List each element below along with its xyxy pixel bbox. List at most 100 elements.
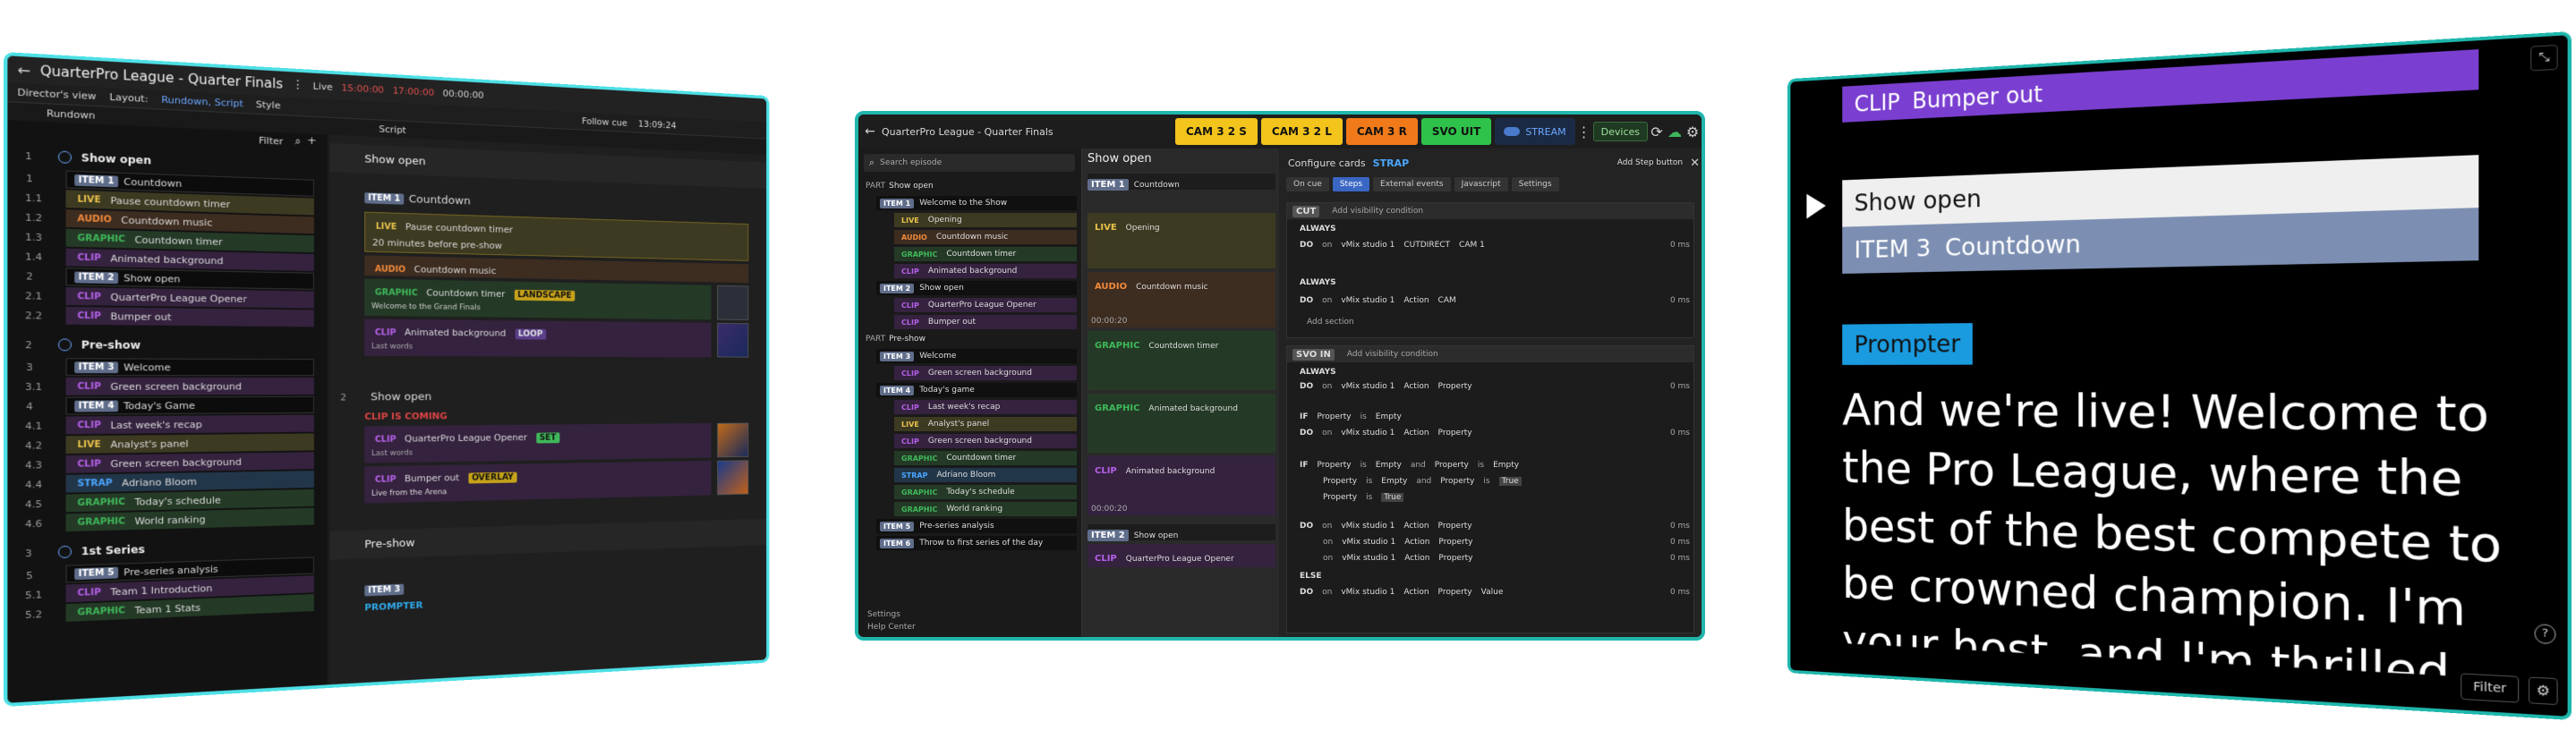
action-select[interactable]: Action [1403,382,1429,391]
property-select[interactable]: Property [1318,412,1352,421]
rundown-row[interactable]: 4.1 CLIP Last week's recap [25,414,314,435]
delay-value[interactable]: 0 ms [1670,241,1690,250]
cloud-icon[interactable]: ☁ [1666,123,1684,140]
empty-select[interactable]: Empty [1376,461,1402,470]
close-icon[interactable]: ✕ [1690,157,1700,170]
cam-select[interactable]: CAM 1 [1459,241,1485,250]
help-icon[interactable]: ? [2534,624,2556,645]
back-arrow-icon[interactable]: ← [858,124,882,139]
rundown-row[interactable]: 2 ITEM 2 Show open [26,268,314,290]
rundown-row[interactable]: 4.3 CLIP Green screen background [25,452,314,473]
rundown-filter[interactable]: Filter [259,135,283,148]
help-link[interactable]: Help Center [867,623,916,632]
gear-icon[interactable]: ⚙ [2529,676,2558,706]
refresh-icon[interactable]: ⟳ [1648,123,1666,140]
property-select[interactable]: Property [1438,522,1472,531]
rundown-row[interactable]: 2.2 CLIP Bumper out [25,306,314,327]
config-type[interactable]: STRAP [1373,157,1409,169]
delay-value[interactable]: 0 ms [1670,554,1690,563]
cam-button[interactable]: CAM 3 R [1345,118,1418,145]
rundown-row[interactable]: 4.2 LIVE Analyst's panel [25,433,314,454]
tree-card[interactable]: CLIP Animated background [894,264,1077,278]
devices-dropdown[interactable]: Devices [1592,122,1648,141]
config-tab[interactable]: Settings [1511,177,1559,191]
mid-audio-card[interactable]: AUDIO Countdown music 00:00:20 [1088,272,1275,327]
more-icon[interactable]: ⋮ [292,78,304,92]
tree-card[interactable]: GRAPHIC Today's schedule [894,485,1077,499]
script-clip-card[interactable]: CLIP Animated background LOOP Last words [364,319,712,358]
cam-button[interactable]: SVO UIT [1420,118,1492,145]
more-icon[interactable]: ⋮ [1575,123,1593,140]
delay-value[interactable]: 0 ms [1670,382,1690,391]
cam-button[interactable]: CAM 3 2 S [1175,118,1258,145]
tree-card[interactable]: GRAPHIC Countdown timer [894,451,1077,465]
empty-select[interactable]: Empty [1376,412,1402,421]
script-graphic-card[interactable]: GRAPHIC Countdown timer LANDSCAPE Welcome… [364,278,712,320]
config-tab[interactable]: Steps [1332,177,1370,191]
filter-button[interactable]: Filter [2461,673,2520,703]
mid-graphic-card-2[interactable]: GRAPHIC Animated background [1088,394,1275,453]
rundown-row[interactable]: 4.6 GRAPHIC World ranking [25,507,314,532]
cam-button[interactable]: CAM 3 2 L [1260,118,1343,145]
empty-select[interactable]: Empty [1381,477,1407,486]
property-select[interactable]: Property [1438,588,1472,597]
config-tab[interactable]: Javascript [1454,177,1508,191]
mid-live-card[interactable]: LIVE Opening [1088,213,1275,268]
action-select[interactable]: Action [1404,554,1429,563]
add-icon[interactable]: + [307,134,317,148]
tree-card[interactable]: CLIP Green screen background [894,434,1077,448]
gear-icon[interactable]: ⚙ [1684,123,1702,140]
rundown-row[interactable]: 3.1 CLIP Green screen background [25,378,314,395]
style-toggle[interactable]: Style [256,99,281,112]
script-tab[interactable]: Script [379,123,405,136]
property-select[interactable]: Property [1318,461,1352,470]
true-select[interactable]: True [1498,477,1522,486]
tree-card[interactable]: LIVE Opening [894,213,1077,227]
config-tab[interactable]: On cue [1286,177,1329,191]
tree-card[interactable]: CLIP QuarterPro League Opener [894,298,1077,312]
tree-card[interactable]: GRAPHIC Countdown timer [894,247,1077,261]
action-select[interactable]: Action [1403,522,1429,531]
script-live-card[interactable]: LIVE Pause countdown timer 20 minutes bef… [364,211,749,261]
device-select[interactable]: vMix studio 1 [1341,522,1395,531]
property-select[interactable]: Property [1438,429,1472,437]
tree-item[interactable]: ITEM 4 Today's game [876,383,1077,397]
delay-value[interactable]: 0 ms [1670,522,1690,531]
config-tab[interactable]: External events [1373,177,1451,191]
tree-part[interactable]: PART Pre-show [866,332,1077,346]
action-select[interactable]: CUTDIRECT [1403,241,1450,250]
mid-clip-card[interactable]: CLIP Animated background 00:00:20 [1088,456,1275,515]
mid-graphic-card[interactable]: GRAPHIC Countdown timer [1088,331,1275,390]
tree-card[interactable]: CLIP Green screen background [894,366,1077,380]
true-select[interactable]: True [1381,493,1404,502]
mid-clip-card-2[interactable]: CLIP QuarterPro League Opener [1088,544,1275,567]
add-section-button[interactable]: Add section [1307,318,1354,327]
live-dropdown[interactable]: Live [313,81,333,92]
tree-card[interactable]: CLIP Last week's recap [894,400,1077,414]
script-opener-card[interactable]: CLIP QuarterPro League Opener SET Last wo… [364,422,712,463]
add-step-button[interactable]: Add Step button [1617,158,1683,167]
script-bumper-card[interactable]: CLIP Bumper out OVERLAY Live from the Are… [364,460,712,504]
tree-card[interactable]: STRAP Adriano Bloom [894,468,1077,482]
rundown-row[interactable]: 2.1 CLIP QuarterPro League Opener [25,287,314,309]
device-select[interactable]: vMix studio 1 [1341,382,1395,391]
tree-card[interactable]: LIVE Analyst's panel [894,417,1077,431]
back-arrow-icon[interactable]: ← [17,61,30,79]
delay-value[interactable]: 0 ms [1670,588,1690,597]
tree-part[interactable]: PART Show open [866,179,1077,193]
device-select[interactable]: vMix studio 1 [1341,588,1395,597]
tree-item[interactable]: ITEM 2 Show open [876,281,1077,295]
tree-item[interactable]: ITEM 3 Welcome [876,349,1077,363]
value-select[interactable]: Value [1481,588,1504,597]
rundown-tab[interactable]: Rundown [47,107,95,121]
property-select[interactable]: Property [1323,477,1357,486]
action-select[interactable]: Action [1403,429,1429,437]
cam-select[interactable]: CAM [1438,296,1456,305]
delay-value[interactable]: 0 ms [1670,538,1690,547]
empty-select[interactable]: Empty [1493,461,1519,470]
action-select[interactable]: Action [1403,588,1429,597]
tree-item[interactable]: ITEM 1 Welcome to the Show [876,196,1077,210]
layout-value[interactable]: Rundown, Script [161,94,243,109]
exit-fullscreen-icon[interactable]: ⤡ [2530,44,2558,72]
property-select[interactable]: Property [1323,493,1357,502]
